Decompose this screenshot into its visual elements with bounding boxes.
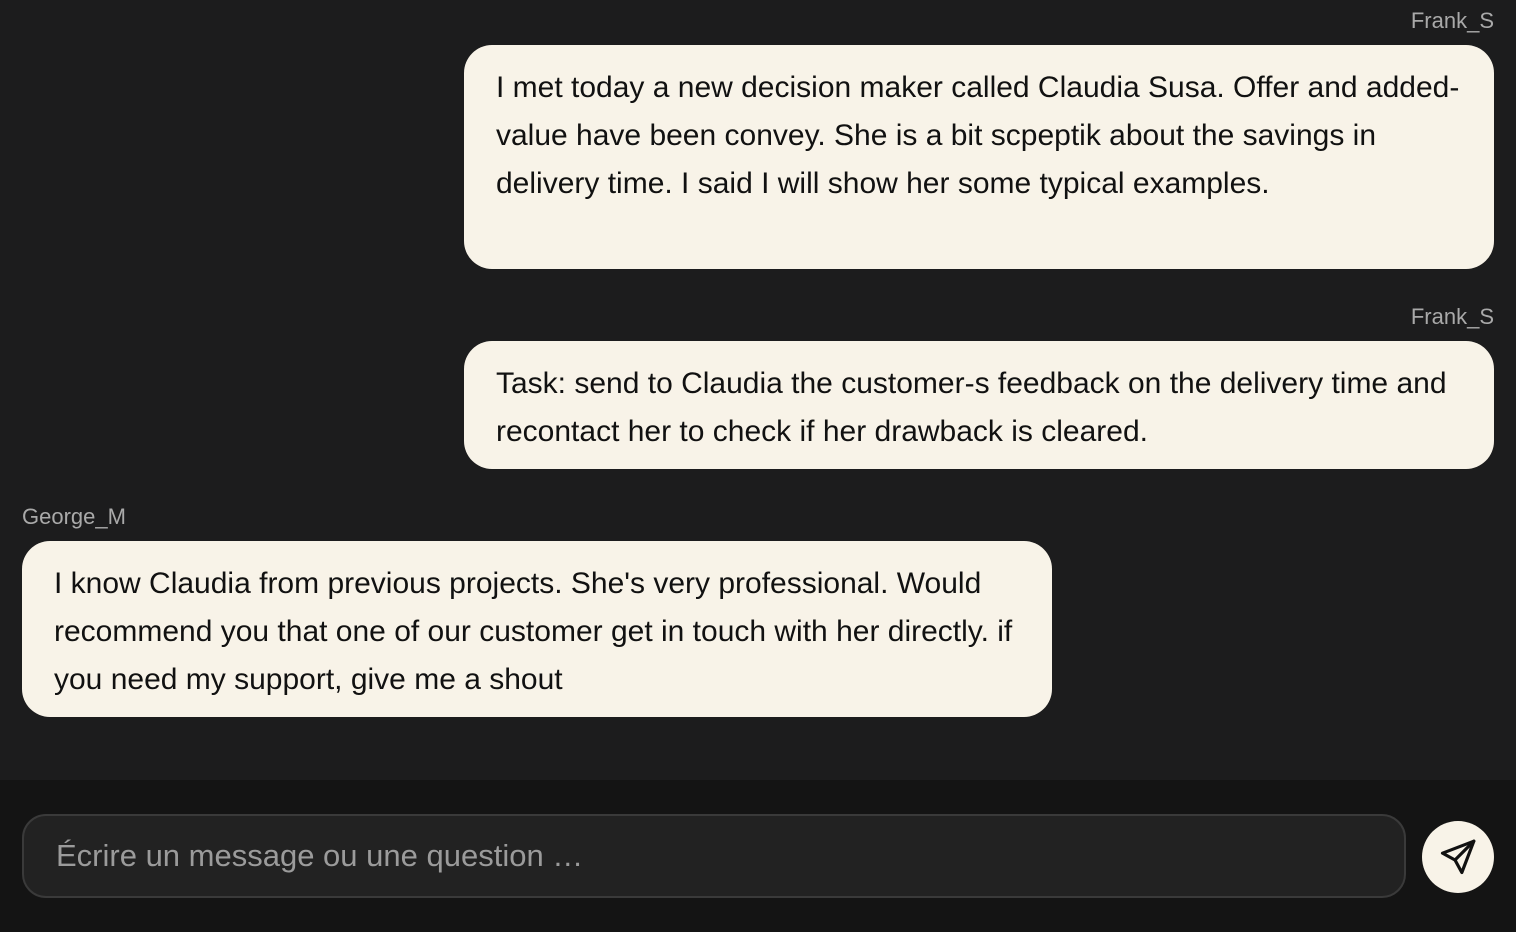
message-bubble-incoming: I know Claudia from previous projects. S… [22,541,1052,717]
chat-message-list: Frank_S I met today a new decision maker… [0,0,1516,780]
paper-plane-icon [1440,839,1476,875]
message-composer [0,780,1516,932]
message-sender: Frank_S [1410,8,1494,33]
message-sender: George_M [22,504,126,529]
message-bubble-outgoing: I met today a new decision maker called … [464,45,1494,269]
send-button[interactable] [1422,821,1494,893]
message-input[interactable] [22,814,1406,898]
message-sender: Frank_S [1410,304,1494,329]
message-bubble-outgoing: Task: send to Claudia the customer-s fee… [464,341,1494,469]
